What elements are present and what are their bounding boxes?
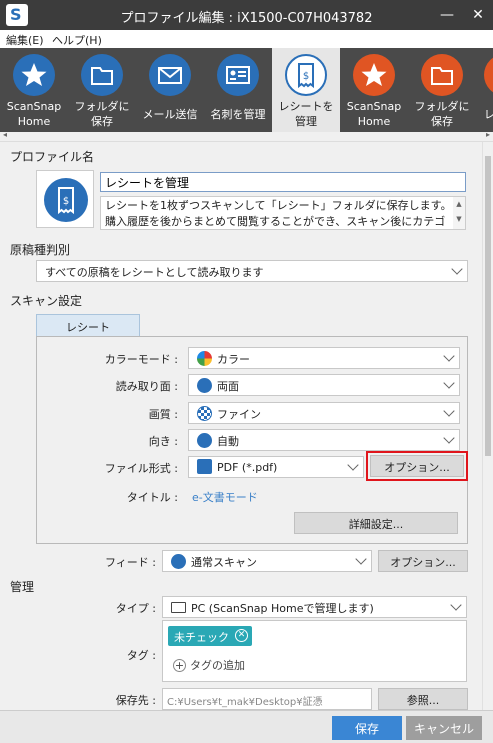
profile-business-card[interactable]: 名刺を管理 xyxy=(204,48,272,132)
profile-description[interactable]: レシートを1枚ずつスキャンして「レシート」フォルダに保存します。 購入履歴を後か… xyxy=(100,196,466,230)
rotate-icon xyxy=(197,432,212,448)
profile-save-folder-2[interactable]: フォルダに 保存 xyxy=(408,48,476,132)
feed-options-button[interactable]: オプション... xyxy=(378,550,468,572)
feed-icon xyxy=(171,553,186,569)
profile-name-label: プロファイル名 xyxy=(10,150,95,164)
receipt-icon: $ xyxy=(44,178,88,222)
tag-box[interactable]: 未チェック ✕ + タグの追加 xyxy=(162,620,467,682)
detail-settings-button[interactable]: 詳細設定... xyxy=(294,512,458,534)
scroll-left-icon[interactable]: ◂ xyxy=(3,130,7,139)
file-format-select[interactable]: PDF (*.pdf) xyxy=(188,456,364,478)
plus-icon: + xyxy=(173,659,186,672)
duplex-icon xyxy=(197,377,212,393)
color-mode-select[interactable]: カラー xyxy=(188,347,460,369)
color-mode-label: カラーモード : xyxy=(104,353,178,366)
scrollbar-thumb[interactable] xyxy=(485,156,491,456)
tab-receipt[interactable]: レシート xyxy=(36,314,140,337)
quality-label: 画質 : xyxy=(148,408,178,421)
profile-scansnap-home[interactable]: ScanSnap Home xyxy=(0,48,68,132)
side-label: 読み取り面 : xyxy=(115,380,178,393)
profile-partial[interactable]: レ xyxy=(476,48,493,132)
pdf-icon xyxy=(197,459,212,474)
svg-text:$: $ xyxy=(63,196,69,207)
profile-save-folder[interactable]: フォルダに 保存 xyxy=(68,48,136,132)
envelope-icon xyxy=(149,54,191,96)
tag-chip[interactable]: 未チェック ✕ xyxy=(168,626,252,646)
orientation-select[interactable]: 自動 xyxy=(188,429,460,451)
business-card-icon xyxy=(217,54,259,96)
quality-icon xyxy=(197,405,212,421)
footer: 保存 キャンセル xyxy=(0,710,493,743)
minimize-button[interactable]: — xyxy=(432,3,462,27)
chevron-down-icon xyxy=(451,263,463,275)
profile-scansnap-home-2[interactable]: ScanSnap Home xyxy=(340,48,408,132)
type-label: タイプ : xyxy=(115,602,156,615)
add-tag-button[interactable]: + タグの追加 xyxy=(173,657,245,673)
cancel-button[interactable]: キャンセル xyxy=(406,716,482,740)
title-label: タイトル : xyxy=(126,491,178,504)
vertical-scrollbar[interactable] xyxy=(482,142,493,710)
toolbar-scrollbar[interactable]: ◂ ▸ xyxy=(0,130,493,142)
scan-settings-label: スキャン設定 xyxy=(10,294,83,308)
feed-label: フィード : xyxy=(105,556,156,569)
title-value-link[interactable]: e-文書モード xyxy=(192,489,258,505)
type-select[interactable]: PC (ScanSnap Homeで管理します) xyxy=(162,596,467,618)
profile-name-input[interactable] xyxy=(100,172,466,192)
svg-text:$: $ xyxy=(303,71,309,82)
folder-icon xyxy=(421,54,463,96)
monitor-icon xyxy=(171,601,186,613)
partial-icon xyxy=(484,54,493,96)
menu-help[interactable]: ヘルプ(H) xyxy=(52,32,102,48)
doc-type-label: 原稿種判別 xyxy=(10,243,71,257)
save-button[interactable]: 保存 xyxy=(332,716,402,740)
file-format-label: ファイル形式 : xyxy=(104,462,178,475)
color-wheel-icon xyxy=(197,350,212,366)
star-icon xyxy=(13,54,55,96)
side-select[interactable]: 両面 xyxy=(188,374,460,396)
feed-select[interactable]: 通常スキャン xyxy=(162,550,372,572)
profile-icon-box[interactable]: $ xyxy=(36,170,94,228)
star-icon xyxy=(353,54,395,96)
title-bar: S プロファイル編集 : iX1500-C07H043782 — ✕ xyxy=(0,0,493,30)
window-title: プロファイル編集 : iX1500-C07H043782 xyxy=(120,11,373,26)
browse-button[interactable]: 参照... xyxy=(378,688,468,710)
profile-toolbar: ScanSnap Home フォルダに 保存 メール送信 名刺を管理 $ レシートを… xyxy=(0,48,493,132)
receipt-icon: $ xyxy=(285,54,327,96)
save-to-label: 保存先 : xyxy=(115,694,156,707)
scroll-right-icon[interactable]: ▸ xyxy=(486,130,490,139)
profile-form: プロファイル名 $ レシートを1枚ずつスキャンして「レシート」フォルダに保存しま… xyxy=(0,142,493,710)
description-scrollbar[interactable]: ▲ ▼ xyxy=(453,197,465,229)
highlight-box xyxy=(366,451,468,481)
menu-bar: 編集(E) ヘルプ(H) xyxy=(0,30,493,48)
save-path-input[interactable]: C:¥Users¥t_mak¥Desktop¥証憑 xyxy=(162,688,372,710)
profile-send-email[interactable]: メール送信 xyxy=(136,48,204,132)
quality-select[interactable]: ファイン xyxy=(188,402,460,424)
profile-receipt-manage[interactable]: $ レシートを 管理 xyxy=(272,48,340,132)
remove-tag-icon[interactable]: ✕ xyxy=(235,629,248,642)
tag-label: タグ : xyxy=(126,649,156,662)
close-button[interactable]: ✕ xyxy=(463,3,493,27)
folder-icon xyxy=(81,54,123,96)
menu-edit[interactable]: 編集(E) xyxy=(6,32,44,48)
doc-type-select[interactable]: すべての原稿をレシートとして読み取ります xyxy=(36,260,468,282)
manage-label: 管理 xyxy=(10,580,35,594)
orientation-label: 向き : xyxy=(148,435,178,448)
